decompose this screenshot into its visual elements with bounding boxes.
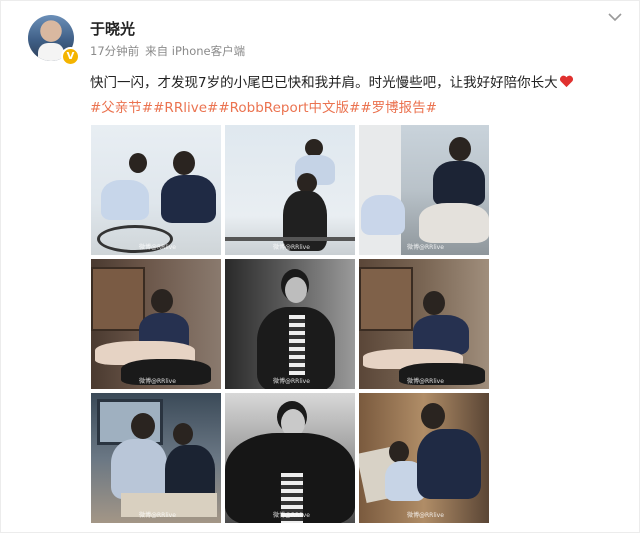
tag-link[interactable]: #RobbReport中文版# bbox=[218, 100, 360, 116]
photo-5[interactable]: 微博@RRlive bbox=[225, 259, 355, 389]
post-time[interactable]: 17分钟前 bbox=[90, 44, 139, 58]
photo-3[interactable]: 微博@RRlive bbox=[359, 125, 489, 255]
post-text-body: 快门一闪，才发现7岁的小尾巴已快和我并肩。时光慢些吧，让我好好陪你长大 bbox=[90, 75, 558, 91]
tag-link[interactable]: #RRlive# bbox=[153, 100, 218, 116]
photo-4[interactable]: 微博@RRlive bbox=[91, 259, 221, 389]
post-text: 快门一闪，才发现7岁的小尾巴已快和我并肩。时光慢些吧，让我好好陪你长大 bbox=[90, 71, 574, 91]
tag-link[interactable]: #父亲节# bbox=[90, 100, 153, 116]
chevron-down-icon[interactable] bbox=[607, 11, 623, 23]
photo-grid: 微博@RRlive 微博@RRlive 微博@RRlive 微博@RRlive … bbox=[91, 125, 489, 523]
post-meta: 17分钟前 来自 iPhone客户端 bbox=[90, 43, 251, 59]
photo-2[interactable]: 微博@RRlive bbox=[225, 125, 355, 255]
photo-8[interactable]: 微博@RRlive bbox=[225, 393, 355, 523]
photo-7[interactable]: 微博@RRlive bbox=[91, 393, 221, 523]
photo-9[interactable]: 微博@RRlive bbox=[359, 393, 489, 523]
username[interactable]: 于晓光 bbox=[90, 18, 135, 39]
photo-1[interactable]: 微博@RRlive bbox=[91, 125, 221, 255]
heart-icon bbox=[559, 75, 573, 88]
post-tags: #父亲节##RRlive##RobbReport中文版##罗博报告# bbox=[90, 96, 437, 116]
weibo-post-card: V 于晓光 17分钟前 来自 iPhone客户端 快门一闪，才发现7岁的小尾巴已快… bbox=[0, 0, 640, 533]
photo-6[interactable]: 微博@RRlive bbox=[359, 259, 489, 389]
tag-link[interactable]: #罗博报告# bbox=[360, 100, 437, 116]
verified-badge-icon: V bbox=[61, 47, 80, 66]
post-source: 来自 iPhone客户端 bbox=[145, 44, 246, 58]
